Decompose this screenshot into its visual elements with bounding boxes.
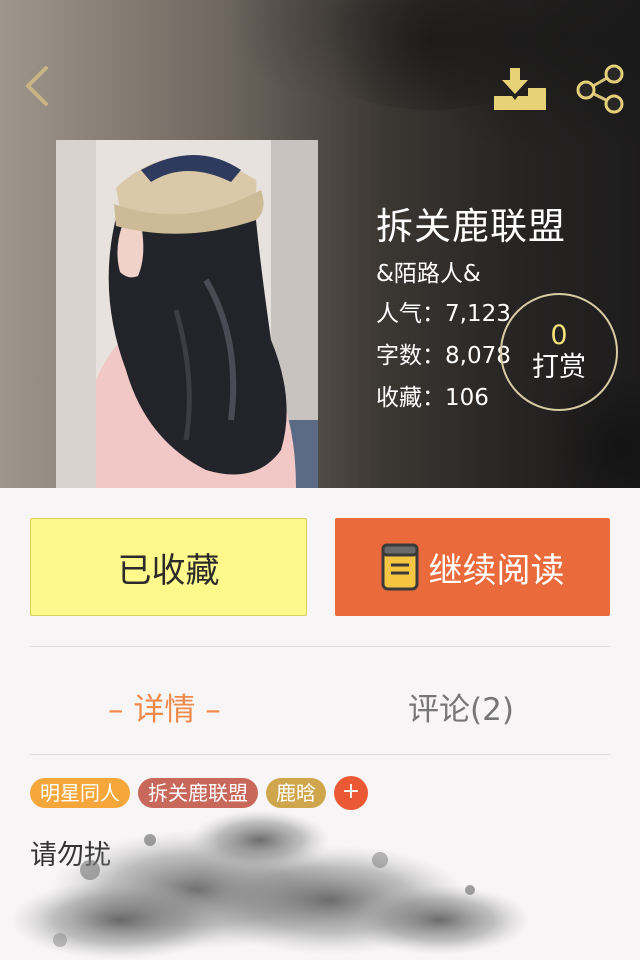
favorites-value: 106	[445, 385, 489, 411]
tip-button[interactable]: 0 打赏	[500, 293, 618, 411]
tab-comments[interactable]: 评论(2)	[408, 684, 514, 729]
popularity-stat: 人气：7,123	[376, 294, 511, 328]
word-count-stat: 字数：8,078	[376, 336, 511, 370]
favorited-label: 已收藏	[117, 550, 220, 591]
word-count-label: 字数：	[376, 343, 445, 369]
share-button[interactable]	[572, 60, 628, 116]
divider	[30, 646, 610, 647]
book-description: 请勿扰	[30, 838, 610, 874]
divider	[30, 754, 610, 755]
back-button[interactable]	[18, 62, 58, 110]
tag-chip[interactable]: 明星同人	[30, 778, 130, 808]
favorites-stat: 收藏：106	[376, 378, 489, 412]
description-line: 请勿扰	[30, 840, 111, 871]
tip-label: 打赏	[532, 352, 586, 383]
popularity-value: 7,123	[445, 301, 511, 327]
share-icon	[576, 64, 624, 114]
book-title: 拆关鹿联盟	[376, 205, 566, 248]
tag-chip[interactable]: 鹿晗	[266, 778, 326, 808]
tab-detail[interactable]: – 详情 –	[108, 684, 221, 729]
download-button[interactable]	[490, 66, 550, 114]
ink-overlay-decoration	[10, 810, 530, 960]
book-cover-image	[56, 140, 318, 488]
tip-count: 0	[550, 320, 568, 351]
book-icon	[381, 543, 418, 591]
tag-chip[interactable]: 拆关鹿联盟	[138, 778, 258, 808]
download-tray-icon	[494, 68, 546, 110]
book-header: 拆关鹿联盟 &陌路人& 人气：7,123 字数：8,078 收藏：106 0 打…	[0, 0, 640, 488]
favorites-label: 收藏：	[376, 385, 445, 411]
popularity-label: 人气：	[376, 301, 445, 327]
chevron-left-icon	[26, 66, 48, 106]
favorited-button[interactable]: 已收藏	[30, 518, 307, 616]
tag-list: 明星同人 拆关鹿联盟 鹿晗 +	[30, 776, 368, 810]
continue-reading-button[interactable]: 继续阅读	[335, 518, 610, 616]
continue-reading-label: 继续阅读	[428, 550, 565, 591]
author-name[interactable]: &陌路人&	[376, 254, 481, 288]
add-tag-button[interactable]: +	[334, 776, 368, 810]
